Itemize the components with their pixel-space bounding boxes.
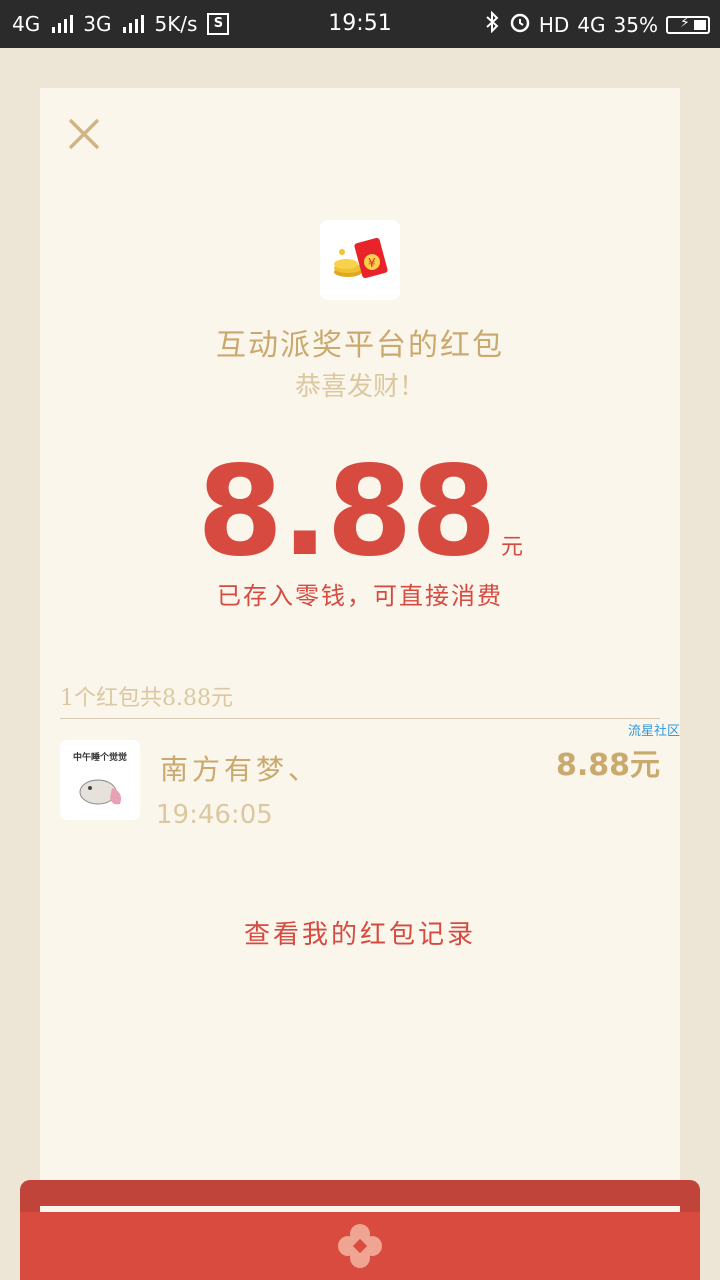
record-amount: 8.88元: [555, 748, 660, 783]
greeting-text: 恭喜发财！: [294, 372, 425, 402]
svg-text:¥: ¥: [368, 256, 376, 270]
watermark-text: 流星社区: [627, 724, 680, 739]
sender-title: 互动派奖平台的红包: [216, 328, 504, 363]
red-envelope-coins-icon: ¥: [334, 237, 388, 279]
sender-name: 南方有梦、: [160, 753, 321, 786]
sender-logo: ¥: [320, 220, 400, 300]
amount-display: 8.88 元: [40, 440, 680, 584]
close-button[interactable]: [66, 116, 102, 152]
close-icon: [68, 118, 100, 150]
avatar[interactable]: 中午睡个觉觉: [60, 740, 140, 820]
divider: [60, 718, 660, 719]
bluetooth-icon: [483, 10, 501, 38]
status-right: HD 4G 35% ⚡: [483, 10, 710, 38]
received-time: 19:46:05: [156, 800, 273, 830]
avatar-caption: 中午睡个觉觉: [72, 753, 127, 763]
red-packet-detail-card: ¥ 互动派奖平台的红包 恭喜发财！ 8.88 元 已存入零钱，可直接消费 流星社区…: [40, 88, 680, 1218]
flower-seal-icon: [338, 1224, 382, 1268]
stored-note: 已存入零钱，可直接消费: [217, 582, 503, 610]
status-bar: 4G 3G 5K/s S 19:51 HD 4G 35% ⚡: [0, 0, 720, 48]
network-4g-data-label: 4G: [577, 12, 606, 37]
alarm-icon: [509, 11, 531, 38]
records-summary: 1个红包共8.88元: [60, 686, 233, 711]
list-item: 中午睡个觉觉 南方有梦、 19:46:05 8.88元: [60, 740, 660, 830]
battery-percent: 35%: [613, 12, 658, 37]
amount-value: 8.88: [197, 440, 497, 584]
view-my-records-link[interactable]: 查看我的红包记录: [40, 914, 680, 951]
battery-icon: ⚡: [666, 15, 710, 34]
amount-unit: 元: [500, 535, 523, 560]
hd-label: HD: [538, 12, 570, 37]
